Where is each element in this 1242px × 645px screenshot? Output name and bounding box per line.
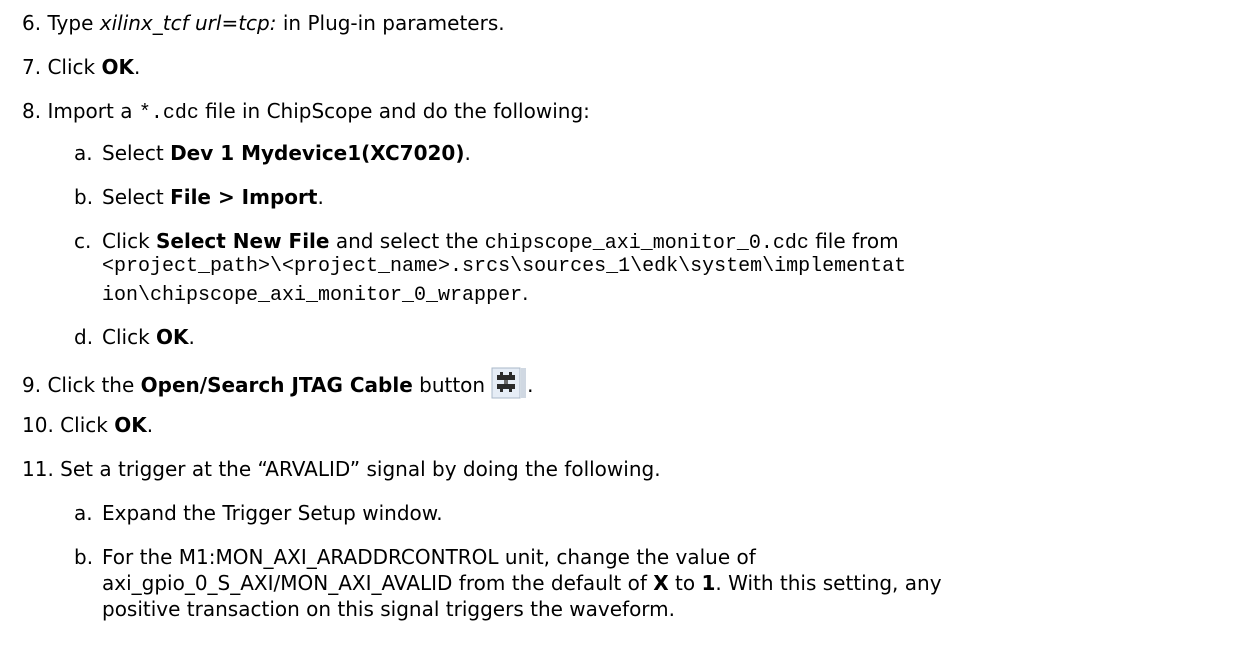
step-text-end: file in ChipScope and do the following: xyxy=(198,99,590,123)
step-text-end: in Plug-in parameters. xyxy=(276,11,505,35)
step-number: 6. xyxy=(22,11,42,35)
step-10: 10. Click OK. xyxy=(22,412,153,438)
substep-text-end: . xyxy=(317,185,324,209)
substep-text-end: . xyxy=(464,141,471,165)
step-text-end: . xyxy=(133,55,141,79)
step-9: 9. Click the Open/Search JTAG Cable butt… xyxy=(22,366,533,402)
step-text: Set a trigger at the “ARVALID” signal by… xyxy=(60,457,661,481)
wrapper-path-code: ion\chipscope_axi_monitor_0_wrapper xyxy=(102,284,523,307)
cdc-filename-code: chipscope_axi_monitor_0.cdc xyxy=(484,232,809,255)
step-text: Click the xyxy=(47,373,141,397)
substep-text: file from xyxy=(808,229,899,253)
substep-letter: b. xyxy=(74,545,94,569)
plugin-parameter-text: xilinx_tcf url=tcp: xyxy=(99,11,277,35)
substep-text-end: . xyxy=(188,325,195,349)
ok-label: OK xyxy=(156,325,189,349)
ok-label: OK xyxy=(101,55,134,79)
substep-text: Expand the Trigger Setup window. xyxy=(102,501,443,525)
substep-letter: a. xyxy=(74,141,93,165)
open-search-jtag-cable-label: Open/Search JTAG Cable xyxy=(140,373,413,397)
file-import-label: File > Import xyxy=(170,185,318,209)
substep-text: For the M1:MON_AXI_ARADDRCONTROL unit, c… xyxy=(102,545,756,569)
project-path-code: <project_path>\<project_name>.srcs\sourc… xyxy=(102,255,907,278)
step-6: 6. Type xilinx_tcf url=tcp: in Plug-in p… xyxy=(22,10,505,36)
substep-text: positive transaction on this signal trig… xyxy=(102,597,676,621)
step-number: 9. xyxy=(22,373,42,397)
substep-text: Click xyxy=(102,325,157,349)
instruction-document: 6. Type xilinx_tcf url=tcp: in Plug-in p… xyxy=(0,0,1242,645)
step-number: 10. xyxy=(22,413,54,437)
substep-text: to xyxy=(668,571,702,595)
substep-text: . With this setting, any xyxy=(715,571,942,595)
substep-text-end: . xyxy=(522,281,529,305)
substep-text: and select the xyxy=(329,229,485,253)
ok-label: OK xyxy=(114,413,147,437)
default-value-x: X xyxy=(653,571,669,595)
jtag-cable-icon xyxy=(491,366,527,402)
step-text: Click xyxy=(60,413,115,437)
substep-letter: a. xyxy=(74,501,93,525)
step-text: button xyxy=(412,373,486,397)
step-8: 8. Import a *.cdc file in ChipScope and … xyxy=(22,98,590,127)
step-number: 11. xyxy=(22,457,54,481)
substep-text: Select xyxy=(102,185,171,209)
step-number: 7. xyxy=(22,55,42,79)
step-text: Click xyxy=(47,55,102,79)
step-11: 11. Set a trigger at the “ARVALID” signa… xyxy=(22,456,661,482)
step-text: Type xyxy=(47,11,100,35)
cdc-file-code: *.cdc xyxy=(138,102,199,125)
substep-text: Click xyxy=(102,229,157,253)
step-text: Import a xyxy=(47,99,139,123)
step-number: 8. xyxy=(22,99,42,123)
substep-letter: b. xyxy=(74,185,94,209)
step-text-end: . xyxy=(146,413,154,437)
step-text-end: . xyxy=(527,373,534,397)
substep-letter: d. xyxy=(74,325,94,349)
device-label: Dev 1 Mydevice1(XC7020) xyxy=(170,141,465,165)
step-7: 7. Click OK. xyxy=(22,54,140,80)
substep-text: Select xyxy=(102,141,171,165)
substep-letter: c. xyxy=(74,229,92,253)
substep-text: axi_gpio_0_S_AXI/MON_AXI_AVALID from the… xyxy=(102,571,654,595)
new-value-1: 1 xyxy=(701,571,716,595)
select-new-file-label: Select New File xyxy=(156,229,330,253)
